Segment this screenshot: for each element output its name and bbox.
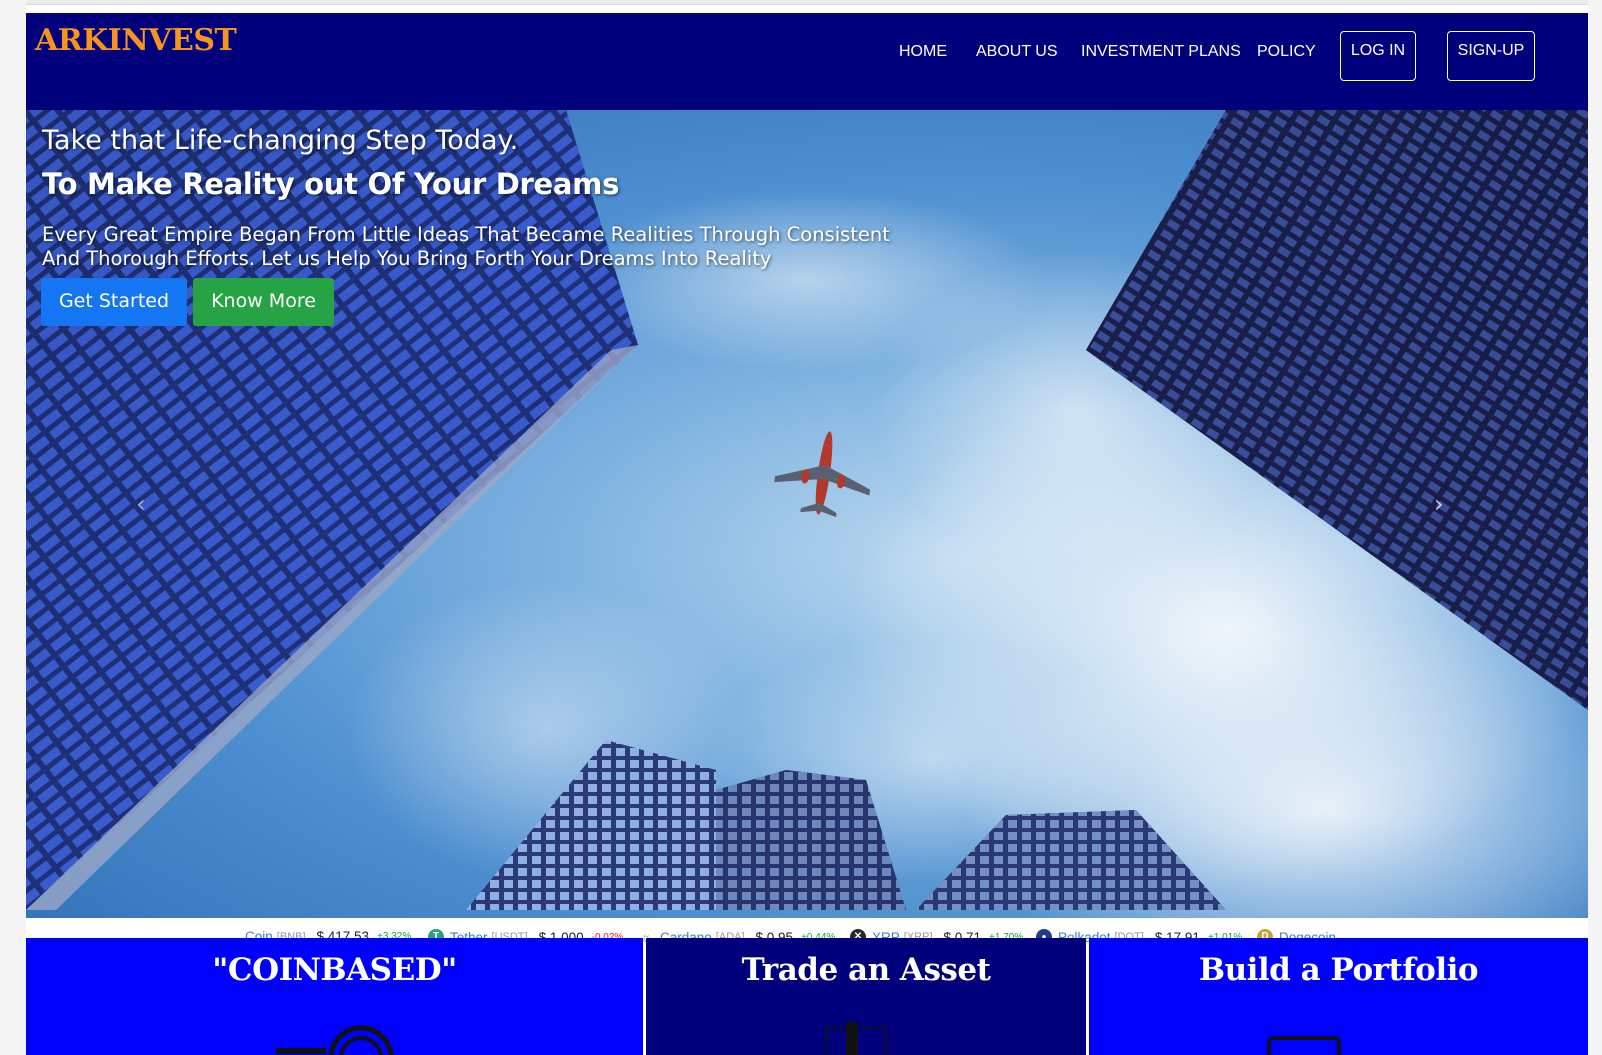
nav-policy[interactable]: POLICY — [1257, 43, 1316, 61]
page-left-margin — [0, 0, 26, 1055]
hero-tagline: Take that Life-changing Step Today. — [42, 125, 519, 156]
know-more-button[interactable]: Know More — [193, 278, 334, 326]
card-coinbased[interactable]: "COINBASED" — [26, 938, 643, 1055]
card-build-portfolio[interactable]: Build a Portfolio — [1089, 938, 1588, 1055]
browser-top-edge — [0, 0, 1602, 5]
page: ARKINVEST HOME ABOUT US INVESTMENT PLANS… — [26, 13, 1588, 1055]
carousel-prev-icon[interactable]: ‹ — [136, 490, 146, 518]
trade-icon — [824, 1022, 888, 1055]
card-title: Trade an Asset — [741, 952, 991, 988]
navbar: ARKINVEST HOME ABOUT US INVESTMENT PLANS… — [26, 13, 1588, 110]
card-title: "COINBASED" — [212, 952, 457, 988]
portfolio-icon — [1267, 1036, 1341, 1055]
nav-home[interactable]: HOME — [899, 43, 947, 61]
hero-carousel: Take that Life-changing Step Today. To M… — [26, 110, 1588, 918]
get-started-button[interactable]: Get Started — [41, 278, 187, 326]
signup-button[interactable]: SIGN-UP — [1447, 31, 1535, 81]
brand-logo[interactable]: ARKINVEST — [35, 23, 237, 58]
page-right-margin — [1588, 0, 1602, 1055]
hero-description: Every Great Empire Began From Little Ide… — [42, 223, 890, 270]
card-trade-asset[interactable]: Trade an Asset — [646, 938, 1086, 1055]
nav-about-us[interactable]: ABOUT US — [976, 43, 1058, 61]
card-title: Build a Portfolio — [1198, 952, 1479, 988]
coin-icon — [276, 1025, 394, 1055]
carousel-next-icon[interactable]: › — [1434, 490, 1444, 518]
nav-investment-plans[interactable]: INVESTMENT PLANS — [1081, 43, 1241, 61]
hero-headline: To Make Reality out Of Your Dreams — [42, 167, 620, 201]
login-button[interactable]: LOG IN — [1340, 31, 1416, 81]
